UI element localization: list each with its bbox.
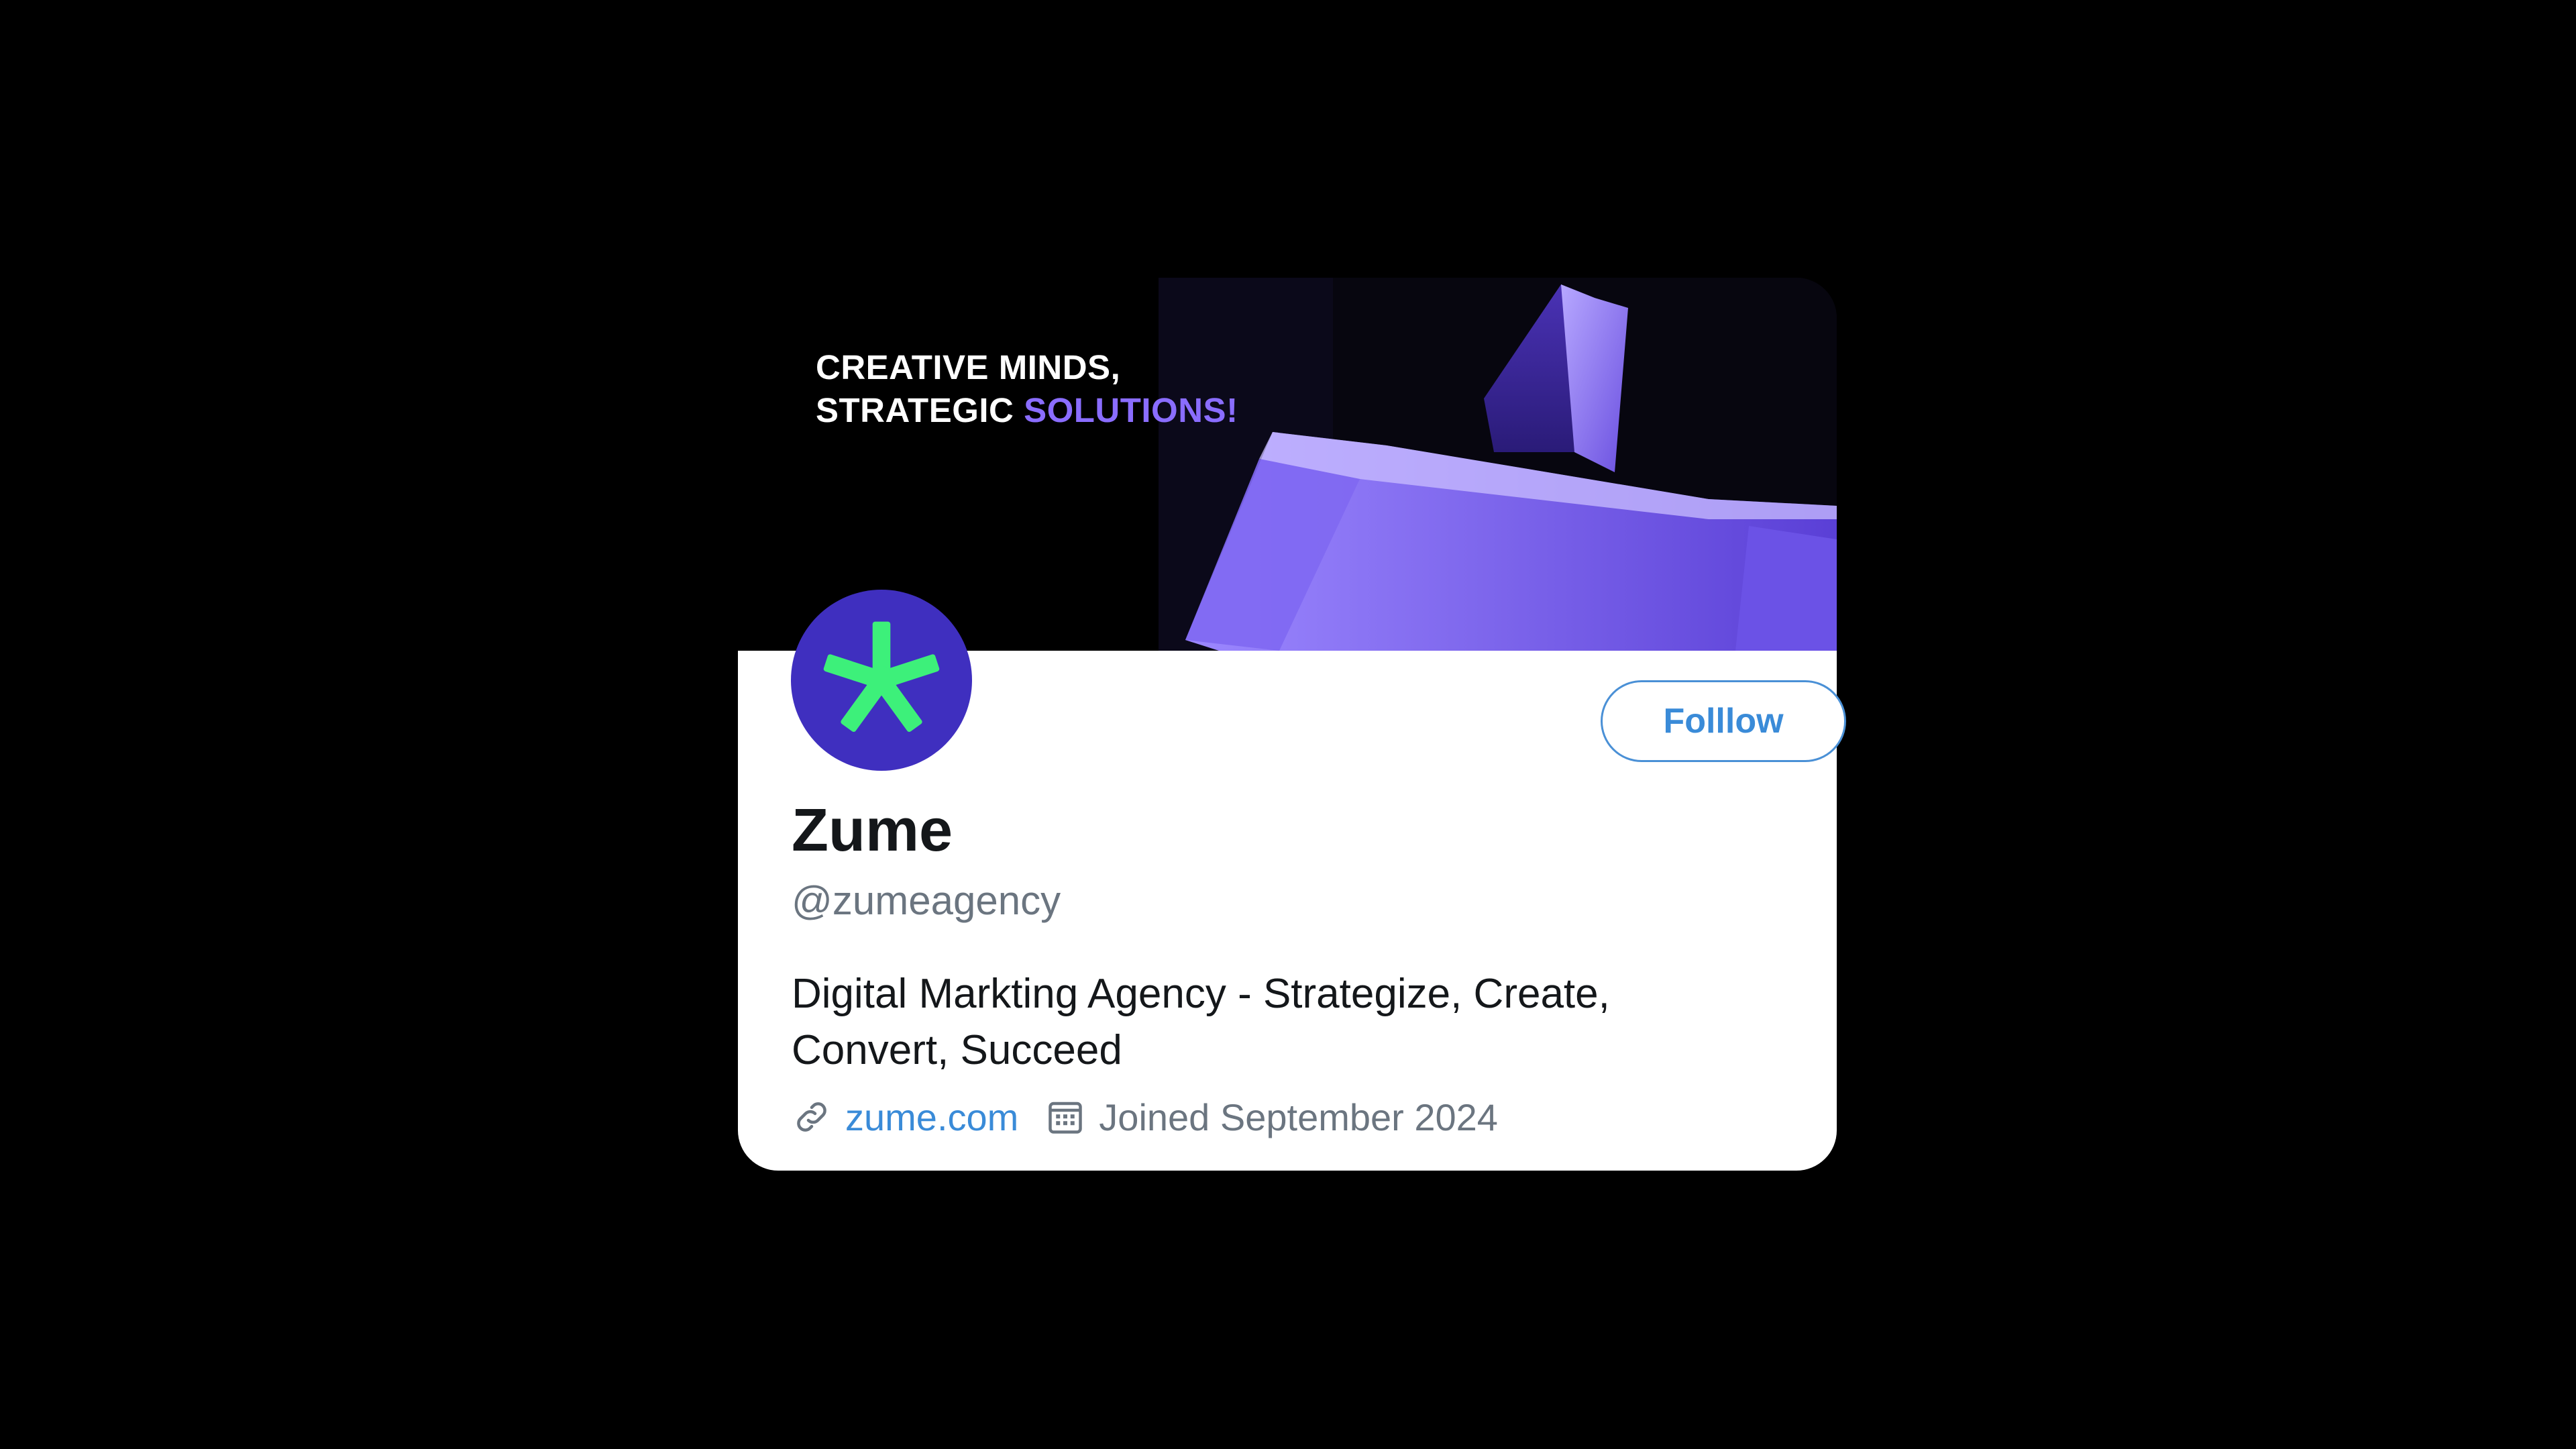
calendar-icon <box>1045 1097 1085 1137</box>
user-handle: @zumeagency <box>792 878 1061 923</box>
follow-button[interactable]: Folllow <box>1601 680 1846 762</box>
banner-headline-line2: STRATEGIC SOLUTIONS! <box>816 389 1238 432</box>
profile-meta: zume.com Joined September 2024 <box>792 1093 1498 1140</box>
canvas: CREATIVE MINDS, STRATEGIC SOLUTIONS! Fol… <box>0 0 2576 1449</box>
banner-3d-asterisk-image <box>1159 278 1837 651</box>
joined-date: Joined September 2024 <box>1099 1095 1498 1138</box>
banner-headline: CREATIVE MINDS, STRATEGIC SOLUTIONS! <box>816 346 1238 432</box>
banner-headline-line1: CREATIVE MINDS, <box>816 348 1121 386</box>
banner-asterisk-shape <box>1159 278 1837 651</box>
profile-bio: Digital Markting Agency - Strategize, Cr… <box>792 971 1610 1073</box>
avatar[interactable] <box>791 590 972 771</box>
asterisk-logo-icon <box>823 621 940 733</box>
display-name: Zume <box>792 797 953 864</box>
banner-headline-accent: SOLUTIONS! <box>1024 391 1238 429</box>
website-link[interactable]: zume.com <box>845 1095 1018 1139</box>
link-icon <box>792 1097 832 1137</box>
banner-headline-prefix: STRATEGIC <box>816 391 1024 429</box>
